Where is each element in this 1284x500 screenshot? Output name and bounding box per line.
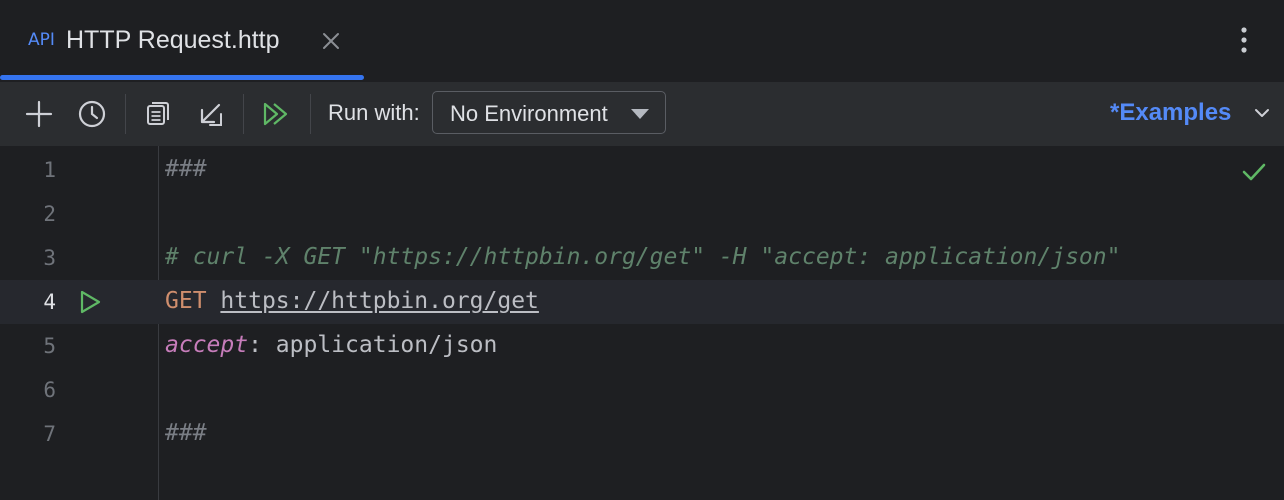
header-colon: : bbox=[248, 332, 262, 358]
environment-select[interactable]: No Environment bbox=[432, 91, 666, 134]
history-icon[interactable] bbox=[74, 96, 110, 132]
editor-line-current[interactable]: 4 GET https://httpbin.org/get bbox=[0, 280, 1284, 324]
header-key: accept bbox=[165, 332, 249, 358]
request-line: GET https://httpbin.org/get bbox=[165, 288, 539, 314]
examples-link[interactable]: *Examples bbox=[1110, 99, 1231, 127]
run-with-label: Run with: bbox=[328, 100, 420, 125]
add-request-icon[interactable] bbox=[21, 96, 57, 132]
line-number: 3 bbox=[43, 246, 56, 270]
import-icon[interactable] bbox=[192, 96, 228, 132]
header-line: accept: application/json bbox=[165, 332, 497, 358]
line-number: 2 bbox=[43, 202, 56, 226]
toolbar-separator bbox=[243, 94, 244, 134]
editor-line[interactable]: 2 bbox=[0, 192, 1284, 236]
line-number: 4 bbox=[43, 290, 56, 314]
editor-line[interactable]: 7 ### bbox=[0, 412, 1284, 456]
environment-selected-value: No Environment bbox=[450, 101, 608, 126]
request-separator: ### bbox=[165, 420, 207, 446]
tab-bar: API HTTP Request.http bbox=[0, 0, 1284, 80]
toolbar-separator bbox=[125, 94, 126, 134]
http-toolbar: Run with: No Environment *Examples bbox=[0, 82, 1284, 146]
editor-line[interactable]: 3 # curl -X GET "https://httpbin.org/get… bbox=[0, 236, 1284, 280]
run-request-icon[interactable] bbox=[76, 288, 104, 316]
line-number: 5 bbox=[43, 334, 56, 358]
editor-line[interactable]: 1 ### bbox=[0, 148, 1284, 192]
line-number: 6 bbox=[43, 378, 56, 402]
run-all-icon[interactable] bbox=[258, 96, 294, 132]
header-value: application/json bbox=[261, 332, 498, 358]
tab-title: HTTP Request.http bbox=[66, 26, 280, 54]
copy-as-curl-icon[interactable] bbox=[139, 96, 175, 132]
http-method: GET bbox=[165, 288, 207, 314]
toolbar-separator bbox=[310, 94, 311, 134]
editor-line[interactable]: 5 accept: application/json bbox=[0, 324, 1284, 368]
chevron-down-icon bbox=[631, 109, 649, 119]
chevron-down-icon[interactable] bbox=[1253, 106, 1271, 120]
curl-comment: # curl -X GET "https://httpbin.org/get" … bbox=[165, 244, 1121, 270]
tab-http-request[interactable]: API HTTP Request.http bbox=[0, 0, 364, 80]
request-separator: ### bbox=[165, 156, 207, 182]
line-number: 7 bbox=[43, 422, 56, 446]
code-editor[interactable]: 1 ### 2 3 # curl -X GET "https://httpbin… bbox=[0, 146, 1284, 500]
line-number: 1 bbox=[43, 158, 56, 182]
request-url[interactable]: https://httpbin.org/get bbox=[220, 288, 539, 314]
close-icon[interactable] bbox=[318, 28, 344, 54]
more-options-icon[interactable] bbox=[1232, 24, 1256, 58]
api-file-icon: API bbox=[28, 30, 55, 50]
editor-line[interactable]: 6 bbox=[0, 368, 1284, 412]
active-tab-indicator bbox=[0, 75, 364, 80]
